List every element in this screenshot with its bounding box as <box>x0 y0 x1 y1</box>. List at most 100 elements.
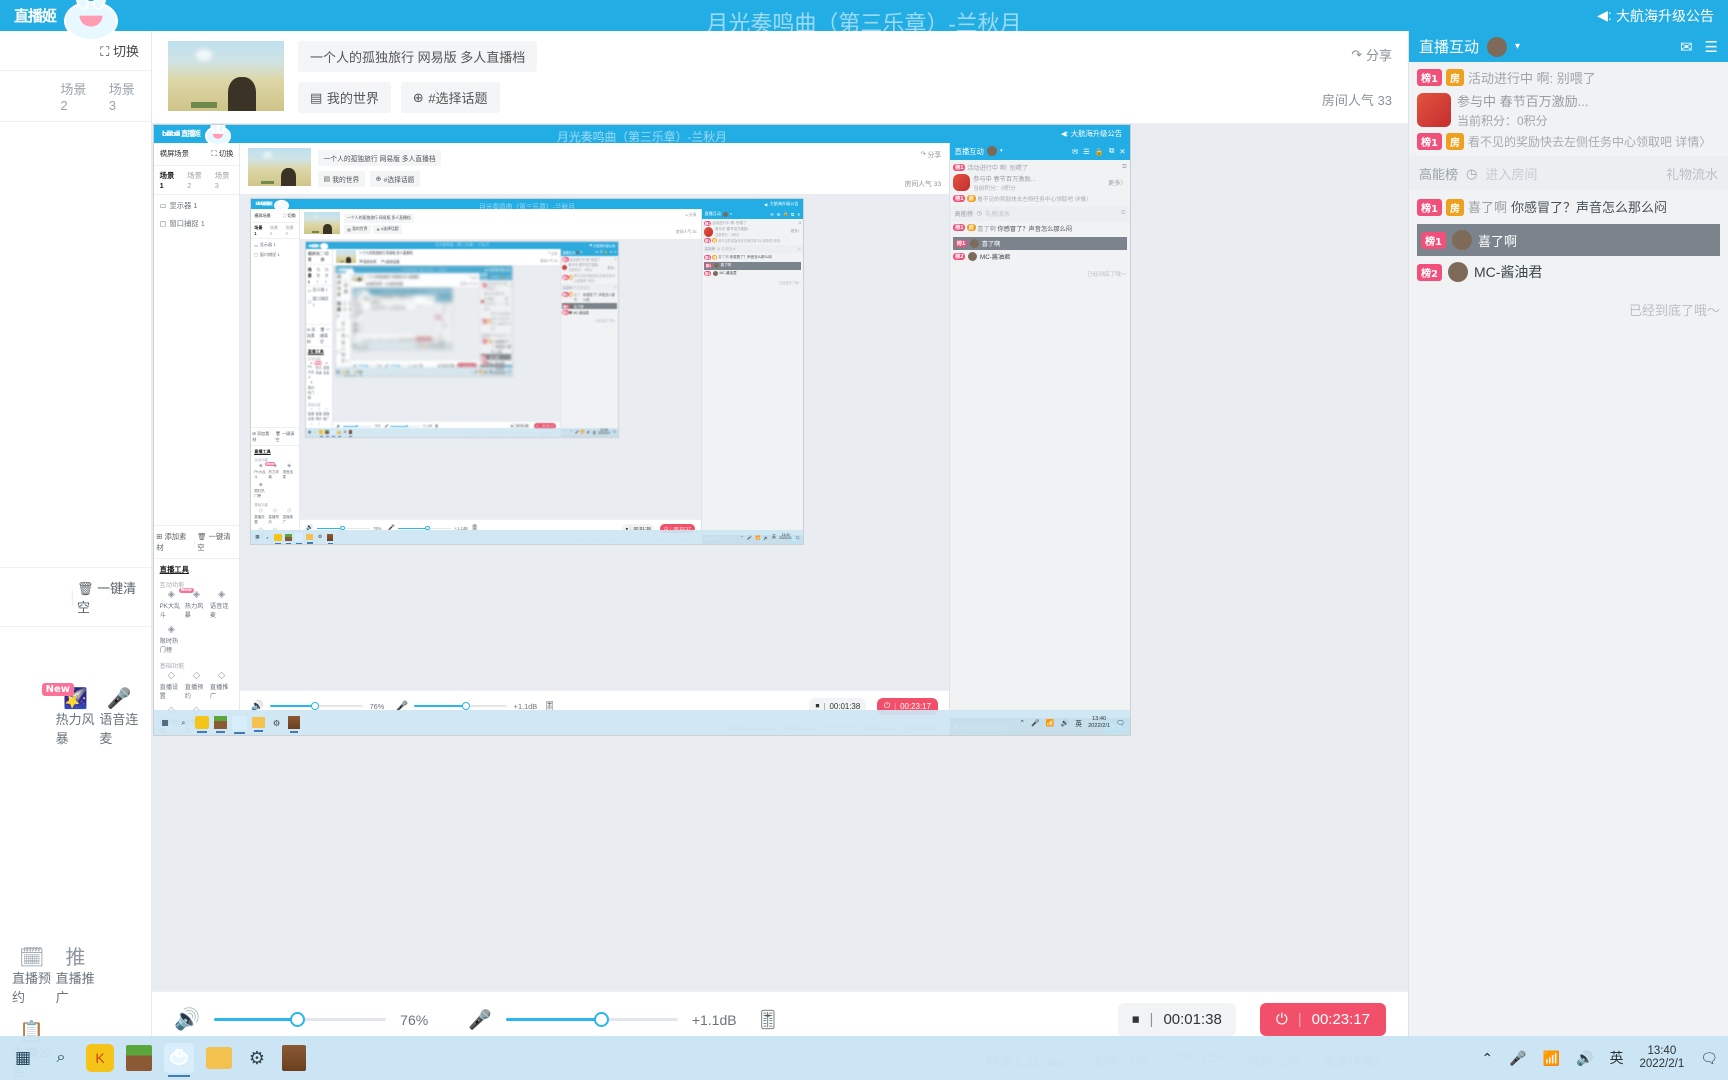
speaker-slider[interactable] <box>270 701 364 710</box>
lock-icon[interactable]: 🔒 <box>500 275 504 279</box>
tool-basic-2[interactable]: ◇ 直播推广 <box>210 671 233 700</box>
livehime-icon[interactable] <box>232 715 247 734</box>
chat-message-selected[interactable]: 榜1 喜了啊 <box>1417 224 1720 256</box>
chevron-down-icon[interactable]: ▾ <box>730 212 732 216</box>
settings-gear-icon[interactable]: ⚙ <box>270 716 282 728</box>
more-link[interactable]: 更多〉 <box>505 296 511 306</box>
tool-2[interactable]: ◈ 语音连麦 <box>323 361 330 380</box>
announcement-banner[interactable]: ◀: 大航海升级公告 <box>764 201 798 207</box>
ime-indicator[interactable]: 英 <box>489 369 492 374</box>
chevron-up-icon[interactable]: ⌃ <box>470 370 473 374</box>
reward-message[interactable]: 榜1 房 看不见的奖励快去左侧任务中心领取吧 详情〉 <box>1417 133 1720 150</box>
mic-slider[interactable] <box>389 364 407 367</box>
gift-stream-label[interactable]: 礼物流水 <box>722 247 736 252</box>
avatar[interactable] <box>969 238 979 248</box>
windows-start-icon[interactable]: ▦ <box>337 370 340 374</box>
gift-stream-label[interactable]: 礼物流水 <box>1666 164 1718 183</box>
tool-basic-1[interactable]: ◇ 直播预约 <box>315 407 322 421</box>
scene-tab-2[interactable]: 场景2 <box>343 301 347 318</box>
microphone-icon[interactable]: 🎤 <box>575 430 579 434</box>
chat-message-selected[interactable]: 榜1 喜了啊 <box>953 236 1127 251</box>
minecraft-grass-icon[interactable] <box>346 370 350 377</box>
chevron-down-icon[interactable]: ▾ <box>1000 148 1003 154</box>
chat-message-list[interactable]: 榜1 房 喜了啊 你感冒了？声音怎么那么闷 榜1 喜了啊 榜2 MC-酱油君 <box>950 221 1130 719</box>
mail-icon[interactable]: ✉ <box>1680 38 1693 56</box>
clock[interactable]: 13:40 2022/2/1 <box>1088 716 1110 728</box>
scene-tab-2[interactable]: 场景2 <box>270 225 280 236</box>
notification-icon[interactable]: 🗨 <box>507 370 511 374</box>
lock-icon[interactable]: 🔒 <box>783 211 788 217</box>
share-button[interactable]: ↷ 分享 <box>424 296 433 301</box>
switch-scene-button[interactable]: ⛶ 切换 <box>212 148 234 159</box>
minecraft-grass-icon[interactable] <box>214 716 227 733</box>
tool-live-promote-2[interactable]: 推 直播推广 <box>56 948 96 1006</box>
scene-tab-3[interactable]: 场景3 <box>285 225 295 236</box>
clear-all-button[interactable]: 🗑 一键清空 <box>275 431 297 443</box>
scene-tab-1[interactable]: 场景1 <box>160 170 179 190</box>
scene-tab-2[interactable]: 场景2 <box>316 267 322 284</box>
scene-tab-2[interactable]: 场景2 <box>60 79 90 113</box>
rank-label[interactable]: 高能榜 <box>705 247 716 252</box>
announcement-banner[interactable]: ◀: 大航海升级公告 <box>1597 6 1714 26</box>
ime-indicator[interactable]: 英 <box>1075 718 1082 728</box>
popout-icon[interactable]: ⧉ <box>799 221 802 225</box>
avatar[interactable] <box>968 252 978 262</box>
minecraft-launcher-icon[interactable] <box>366 345 368 351</box>
tool-3[interactable]: ◈ 限时热门榜 <box>308 381 315 400</box>
reward-message[interactable]: 榜1 房 看不见的奖励快去左侧任务中心领取吧 详情〉 <box>480 311 512 331</box>
close-icon[interactable]: ✕ <box>797 212 800 217</box>
source-item[interactable]: ▢ 窗口捕捉 1 <box>337 340 349 364</box>
source-item[interactable]: ▢ 窗口捕捉 1 <box>254 252 296 258</box>
wifi-icon[interactable]: 📶 <box>581 430 585 434</box>
activity-message[interactable]: 参与中 春节百万激励... 当前积分：0积分 更多〉 <box>703 227 801 237</box>
bilibili-app-icon[interactable] <box>319 430 324 437</box>
settings-gear-icon[interactable]: ⚙ <box>343 430 347 434</box>
clock[interactable]: 13:40 2022/2/1 <box>434 342 446 349</box>
activity-message[interactable]: 参与中 春节百万激励... 当前积分：0积分 更多〉 <box>562 262 617 272</box>
volume-icon[interactable]: 🔊 <box>587 430 591 434</box>
ime-indicator[interactable]: 英 <box>772 535 776 540</box>
avatar[interactable] <box>1451 230 1472 250</box>
avatar[interactable] <box>713 263 719 269</box>
switch-scene-button[interactable]: ⛶ 切换 <box>284 213 296 219</box>
chat-message-list[interactable]: 榜1 房 喜了啊 你感冒了？声音怎么那么闷 榜1 喜了啊 榜2 MC-酱油君 <box>480 338 512 365</box>
notification-icon[interactable]: 🗨 <box>795 535 800 540</box>
stream-title[interactable]: 一个人的孤独旅行 网易版 多人直播档 <box>365 273 420 280</box>
tool-3[interactable]: ◈ 限时热门榜 <box>160 625 183 654</box>
gift-stream-label[interactable]: 礼物流水 <box>577 285 590 290</box>
livehime-icon[interactable] <box>330 429 336 437</box>
avatar[interactable] <box>987 146 997 157</box>
popout-icon[interactable]: ⧉ <box>505 275 507 279</box>
lock-icon[interactable]: 🔒 <box>448 297 452 301</box>
category-chip[interactable]: ▤我的世界 <box>344 225 371 234</box>
source-item[interactable]: ▢ 窗口捕捉 1 <box>308 296 330 307</box>
popout-icon[interactable]: ⧉ <box>610 250 612 254</box>
activity-message[interactable]: 参与中 春节百万激励... 当前积分：0积分 <box>1417 91 1720 129</box>
popout-icon[interactable]: ⧉ <box>798 247 801 251</box>
scene-tab-3[interactable]: 场景3 <box>109 79 139 113</box>
reward-message[interactable]: 榜1 房 看不见的奖励快去左侧任务中心领取吧 详情〉 <box>562 273 617 283</box>
tool-2[interactable]: ◈ 语音连麦 <box>283 463 296 480</box>
chevron-up-icon[interactable]: ⌃ <box>1019 719 1025 727</box>
list-icon[interactable]: ☰ <box>1083 147 1090 156</box>
speaker-icon[interactable]: 🔊 <box>174 1008 200 1032</box>
preview-canvas[interactable]: bilibili 直播姬 月光奏鸣曲（第三乐章）-兰秋月 ◀: 大航海升级公告 … <box>152 123 1408 991</box>
avatar[interactable] <box>569 311 573 314</box>
category-chip[interactable]: ▤我的世界 <box>365 280 384 287</box>
popout-icon[interactable]: ⧉ <box>791 212 794 217</box>
switch-scene-button[interactable]: ⛶ 切换 <box>358 299 362 316</box>
bilibili-app-icon[interactable] <box>343 370 346 377</box>
mail-icon[interactable]: ✉ <box>493 275 496 279</box>
microphone-icon[interactable]: 🎤 <box>1031 719 1039 727</box>
search-icon[interactable]: ⌕ <box>264 534 271 541</box>
reward-message[interactable]: 榜1 房 看不见的奖励快去左侧任务中心领取吧 详情〉 <box>953 194 1126 203</box>
rank-label[interactable]: 高能榜 <box>1419 164 1458 183</box>
clock[interactable]: 13:40 2022/2/1 <box>598 428 610 436</box>
microphone-icon[interactable]: 🎤 <box>1509 1050 1526 1067</box>
announcement-banner[interactable]: ◀: 大航海升级公告 <box>589 243 615 248</box>
announcement-banner[interactable]: ◀: 大航海升级公告 <box>485 267 511 273</box>
bilibili-app-icon[interactable] <box>274 533 282 545</box>
wifi-icon[interactable]: 📶 <box>479 370 483 374</box>
tool-basic-2[interactable]: ◇ 直播推广 <box>323 407 330 421</box>
tool-live-reserve-2[interactable]: 🗓 直播预约 <box>12 948 52 1006</box>
